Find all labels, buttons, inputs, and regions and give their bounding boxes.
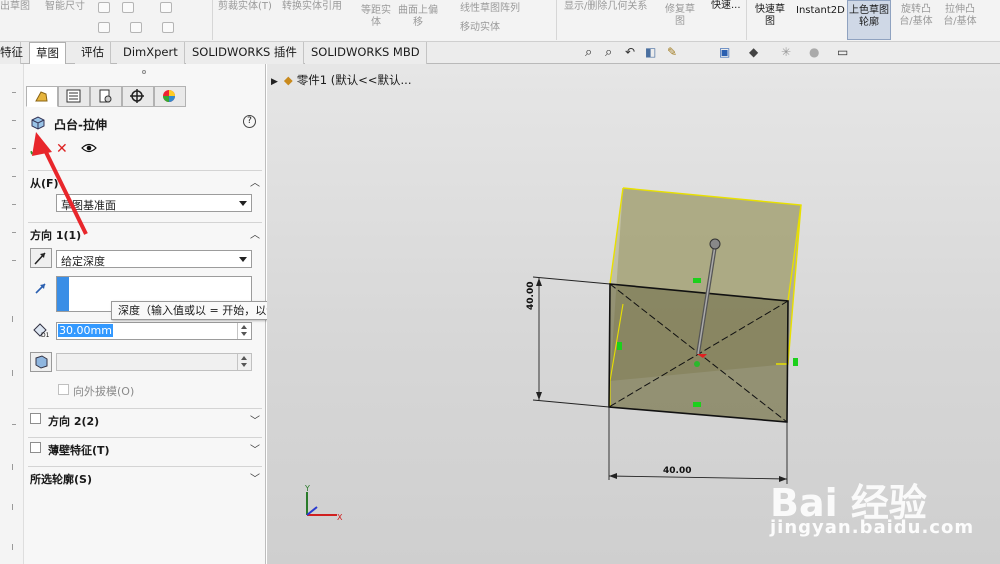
color-wheel-icon	[163, 90, 175, 102]
tab-solidworks-addins[interactable]: SOLIDWORKS 插件	[186, 42, 304, 64]
property-list-icon	[66, 89, 81, 103]
dynamic-annotation-icon[interactable]: ✎	[667, 45, 677, 59]
depth-dimension-icon: D1	[33, 323, 50, 338]
ribbon-display-relations[interactable]: 显示/删除几何关系	[564, 1, 647, 13]
draft-spinner[interactable]	[237, 354, 251, 370]
ribbon-exit-sketch[interactable]: 出草图	[0, 1, 30, 13]
zoom-to-area-icon[interactable]: ⌕	[605, 45, 612, 60]
property-manager-tab[interactable]	[58, 86, 90, 107]
expand-chevron-icon[interactable]: ﹀	[250, 412, 260, 427]
ribbon-extruded-boss[interactable]: 拉伸凸台/基体	[940, 4, 980, 28]
depth-input[interactable]: 30.00mm	[56, 322, 252, 340]
polygon-icon[interactable]	[130, 22, 142, 33]
extrude-boss-icon	[31, 116, 45, 130]
ribbon-convert-entities[interactable]: 转换实体引用	[282, 1, 342, 13]
draft-icon	[35, 355, 48, 369]
tab-solidworks-mbd[interactable]: SOLIDWORKS MBD	[305, 42, 427, 64]
heads-up-view-toolbar: ⌕ ⌕ ↶ ◧ ✎ ▣ ◆ ✳ ● ▭	[585, 44, 860, 62]
selected-contours-label: 所选轮廓(S)	[30, 473, 92, 486]
expand-chevron-icon[interactable]: ﹀	[250, 470, 260, 485]
panel-grip-icon[interactable]	[142, 70, 146, 74]
end-condition-select[interactable]: 给定深度	[56, 250, 252, 268]
configuration-icon	[99, 89, 112, 103]
collapse-chevron-icon[interactable]: ︿	[250, 226, 260, 241]
ribbon-instant2d[interactable]: Instant2D	[796, 5, 845, 17]
ribbon-offset-entities[interactable]: 等距实体	[358, 5, 394, 29]
draft-outward-checkbox[interactable]	[58, 384, 69, 395]
direction2-label: 方向 2(2)	[48, 415, 100, 428]
ribbon-repair-sketch[interactable]: 修复草图	[662, 4, 698, 28]
feature-hand-icon	[35, 91, 48, 102]
tab-features[interactable]: 特征	[0, 42, 23, 64]
expand-chevron-icon[interactable]: ﹀	[250, 441, 260, 456]
depth-spinner[interactable]	[237, 323, 251, 339]
view-orientation-icon[interactable]: ▣	[719, 45, 730, 59]
help-icon[interactable]: ?	[243, 115, 256, 128]
circle-icon[interactable]	[98, 22, 110, 33]
ribbon-quick-snaps[interactable]: 快速...	[711, 0, 741, 12]
selected-contours-section-header[interactable]: 所选轮廓(S) ﹀	[28, 466, 262, 486]
annotation-arrow-icon	[32, 132, 88, 235]
configuration-manager-tab[interactable]	[90, 86, 122, 107]
feature-manager-tab[interactable]	[26, 86, 58, 107]
collapse-chevron-icon[interactable]: ︿	[250, 174, 260, 189]
svg-text:D1: D1	[41, 332, 50, 338]
triad-y-label: Y	[304, 484, 310, 493]
ribbon-smart-dimension[interactable]: 智能尺寸	[45, 1, 85, 13]
vertical-dimension-label[interactable]: 40.00	[526, 282, 536, 310]
view-settings-icon[interactable]: ▭	[837, 45, 848, 59]
horizontal-dimension-label[interactable]: 40.00	[663, 466, 691, 476]
triad-x-label: X	[337, 513, 343, 522]
thin-feature-checkbox[interactable]	[30, 442, 41, 453]
scene-icon[interactable]: ●	[809, 45, 819, 59]
ribbon-revolved-boss[interactable]: 旋转凸台/基体	[896, 4, 936, 28]
ribbon-trim-entities[interactable]: 剪裁实体(T)	[218, 1, 272, 13]
reverse-direction-icon	[34, 252, 46, 265]
watermark-url: jingyan.baidu.com	[770, 517, 975, 538]
hide-show-icon[interactable]: ✳	[781, 45, 791, 59]
thin-feature-section-header[interactable]: 薄壁特征(T) ﹀	[28, 437, 262, 457]
draft-outward-label: 向外拔模(O)	[73, 385, 135, 398]
ribbon-move-entities[interactable]: 移动实体	[460, 22, 500, 34]
dimxpert-manager-tab[interactable]	[122, 86, 154, 107]
spline-icon[interactable]	[162, 22, 174, 33]
ribbon-rapid-sketch[interactable]: 快速草图	[752, 4, 788, 28]
rectangle-icon[interactable]	[122, 2, 134, 13]
draft-angle-input[interactable]	[56, 353, 252, 371]
line-icon[interactable]	[98, 2, 110, 13]
direction-vector-icon	[35, 283, 46, 294]
arc-icon[interactable]	[160, 2, 172, 13]
shaded-sketch-contours-button[interactable]: 上色草图轮廓	[847, 0, 891, 40]
display-style-icon[interactable]: ◆	[749, 45, 758, 59]
ribbon-linear-pattern[interactable]: 线性草图阵列	[460, 3, 520, 15]
previous-view-icon[interactable]: ↶	[625, 45, 635, 59]
section-view-icon[interactable]: ◧	[645, 45, 656, 59]
crosshair-icon	[130, 89, 144, 103]
tab-dimxpert[interactable]: DimXpert	[117, 42, 185, 64]
zoom-to-fit-icon[interactable]: ⌕	[585, 45, 592, 60]
reverse-direction-button[interactable]	[30, 248, 52, 268]
direction2-checkbox[interactable]	[30, 413, 41, 424]
tab-sketch[interactable]: 草图	[29, 42, 66, 65]
thin-feature-label: 薄壁特征(T)	[48, 444, 110, 457]
draft-toggle-button[interactable]	[30, 352, 52, 372]
command-ribbon: 出草图 智能尺寸 剪裁实体(T) 转换实体引用 等距实体 曲面上偏移 线性草图阵…	[0, 0, 1000, 42]
tab-evaluate[interactable]: 评估	[75, 42, 111, 64]
baidu-watermark: Bai 经验 jingyan.baidu.com	[770, 454, 990, 544]
direction2-section-header[interactable]: 方向 2(2) ﹀	[28, 408, 262, 428]
display-manager-tab[interactable]	[154, 86, 186, 107]
ribbon-offset-on-surface[interactable]: 曲面上偏移	[398, 5, 438, 29]
